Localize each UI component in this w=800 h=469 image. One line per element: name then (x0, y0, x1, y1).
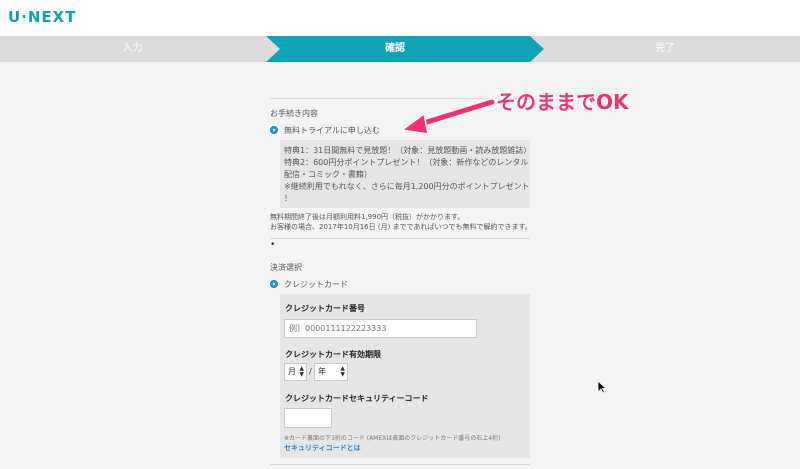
free-trial-label[interactable]: 無料トライアルに申し込む (284, 125, 380, 136)
top-bar: U·NEXT (0, 0, 800, 36)
perk-details-box: 特典1：31日間無料で見放題！（対象：見放題動画・読み放題雑誌） 特典2：600… (280, 140, 532, 208)
free-trial-radio[interactable] (270, 126, 278, 134)
card-number-input[interactable] (284, 319, 477, 338)
credit-card-radio[interactable] (270, 280, 278, 288)
cvc-input[interactable] (284, 408, 332, 428)
bullet-mark: • (270, 240, 276, 250)
unext-logo[interactable]: U·NEXT (8, 8, 76, 26)
expiry-year-select[interactable]: 年 ▲ ▼ (314, 363, 348, 381)
section-divider (270, 464, 530, 465)
card-number-label: クレジットカード番号 (285, 304, 365, 313)
step-complete: 完了 (655, 43, 675, 54)
section-divider (270, 238, 530, 239)
fee-note: 無料期間終了後は月額利用料1,990円（税抜）がかかります。 (270, 213, 465, 221)
perk-line-1: 特典1：31日間無料で見放題！（対象：見放題動画・読み放題雑誌） (284, 146, 532, 155)
credit-card-form: クレジットカード番号 クレジットカード有効期限 月 ▲▼ / 年 ▲▼ クレジッ… (280, 294, 530, 458)
select-arrows-icon: ▲ ▼ (340, 365, 345, 378)
cvc-help-text: ※カード裏面の下3桁のコード (AMEXは表面のクレジットカード番号の右上4桁) (284, 435, 501, 442)
procedure-heading: お手続き内容 (270, 109, 318, 118)
select-arrows-icon: ▲ ▼ (299, 365, 304, 378)
perk-line-4: ※継続利用でもれなく、さらに毎月1,200円分のポイントプレゼント (284, 182, 530, 191)
credit-card-label[interactable]: クレジットカード (284, 279, 348, 290)
expiry-year-value: 年 (318, 367, 326, 376)
cancel-note: お客様の場合、2017年10月16日 (月) までであればいつでも無料で解約でき… (270, 223, 532, 231)
perk-line-2: 特典2：600円分ポイントプレゼント！（対象：新作などのレンタル (284, 158, 529, 167)
step-input: 入力 (122, 43, 143, 54)
payment-heading: 決済選択 (270, 263, 302, 272)
expiry-separator: / (309, 367, 312, 376)
step-confirm: 確認 (385, 43, 405, 54)
cvc-label: クレジットカードセキュリティーコード (285, 394, 429, 403)
expiry-month-select[interactable]: 月 ▲ ▼ (284, 363, 307, 381)
step-progress: 入力 確認 完了 (0, 36, 800, 62)
cvc-info-link[interactable]: セキュリティコードとは (284, 443, 361, 453)
expiry-month-value: 月 (288, 367, 296, 376)
annotation-text: そのままでOK (496, 90, 629, 114)
perk-line-3: 配信・コミック・書籍） (284, 170, 372, 179)
mouse-cursor-icon (598, 381, 607, 394)
card-expiry-label: クレジットカード有効期限 (285, 350, 381, 359)
perk-line-5: ！ (284, 194, 292, 203)
annotation-arrow-icon (400, 98, 497, 135)
